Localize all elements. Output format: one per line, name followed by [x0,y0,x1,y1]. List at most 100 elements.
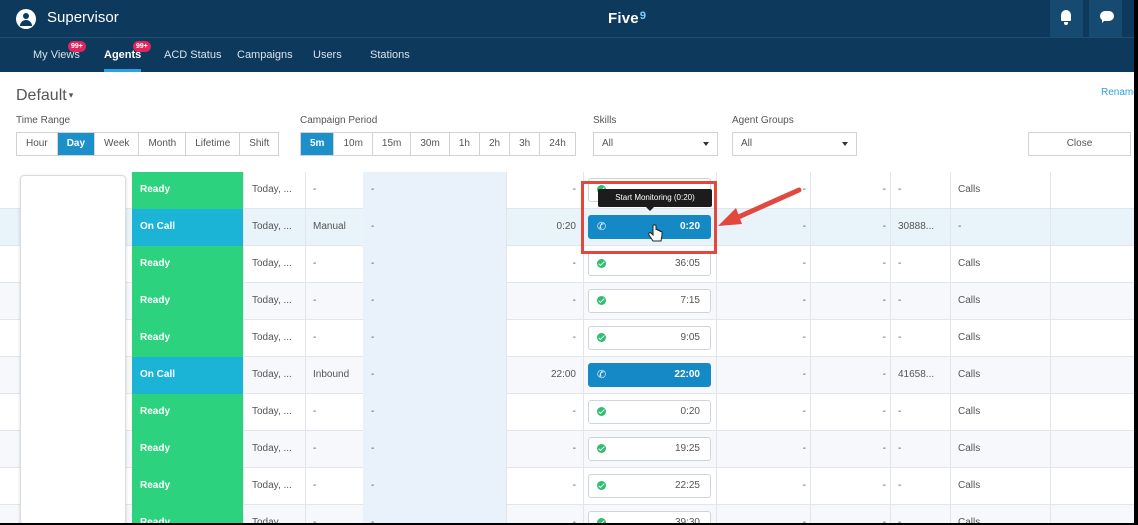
metric-cell: - [882,332,886,343]
main-nav: My Views 99+ Agents 99+ ACD Status Campa… [0,37,1134,72]
table-row[interactable]: On Call Today, ... Manual -0:20 ✆ 0:20- -30888… [0,209,1134,246]
period-30m[interactable]: 30m [411,133,450,155]
skill-cell: Calls [958,369,981,380]
metric-cell: - [802,443,806,454]
close-button[interactable]: Close [1028,132,1131,156]
timer-value: 22:00 [674,369,700,380]
metric-cell: - [882,221,886,232]
period-5m[interactable]: 5m [301,133,335,155]
skills-value: All [602,138,614,149]
time-range-month[interactable]: Month [139,133,187,155]
column-divider [305,209,306,246]
logo-mark: 9 [639,10,647,22]
call-type-cell: - [313,517,317,523]
call-type-cell: Manual [313,221,346,232]
timer-value: 39:30 [674,517,700,523]
my-views-badge: 99+ [68,41,86,52]
tab-label: Campaigns [237,49,293,61]
bell-icon [1061,10,1071,25]
column-divider [716,468,717,505]
table-row[interactable]: Ready Today, ... - - - - - - Calls [0,172,1134,209]
skill-cell: Calls [958,443,981,454]
time-range-day[interactable]: Day [57,133,96,155]
state-timer[interactable]: 22:25 [588,474,711,498]
rename-link[interactable]: Rename [1101,87,1134,98]
table-row[interactable]: On Call Today, ... Inbound - 22:00 ✆ 22:00 - - 41… [0,357,1134,394]
user-avatar-icon[interactable] [16,9,36,29]
state-timer[interactable]: 0:20 [588,400,711,424]
tab-stations[interactable]: Stations [370,38,410,72]
column-divider [243,209,244,246]
column-divider [305,357,306,394]
time-range-shift[interactable]: Shift [240,133,279,155]
time-range-group: Hour Day Week Month Lifetime Shift [16,132,280,156]
state-timer[interactable]: 39:30 [588,511,711,523]
campaign-cell: - [371,480,375,491]
metric-cell: - [882,369,886,380]
agent-groups-select[interactable]: All [732,132,857,156]
view-selector[interactable]: Default ▾ [16,87,73,105]
agents-table: Ready Today, ... - - - - - - Calls On Call Today, … [0,172,1134,523]
period-15m[interactable]: 15m [372,133,412,155]
column-divider [506,172,507,209]
skill-cell: Calls [958,258,981,269]
tab-acd-status[interactable]: ACD Status [164,38,221,72]
metric-cell: - [802,332,806,343]
table-row[interactable]: Ready Today, ... - - - 36:05 - - - Calls [0,246,1134,283]
period-1h[interactable]: 1h [449,133,480,155]
column-divider [716,505,717,523]
column-divider [950,394,951,431]
state-timer[interactable]: 9:05 [588,326,711,350]
state-timer[interactable]: 36:05 [588,252,711,276]
tab-campaigns[interactable]: Campaigns [237,38,293,72]
column-divider [243,468,244,505]
column-divider [950,468,951,505]
column-divider [583,320,584,357]
period-10m[interactable]: 10m [334,133,373,155]
skills-select[interactable]: All [593,132,718,156]
call-type-cell: - [313,258,317,269]
column-divider [1050,320,1051,357]
campaign-cell: - [371,221,375,232]
tab-label: Stations [370,49,410,61]
supervisor-window: Supervisor Five9 My Views 99+ Agents 99+… [0,0,1136,523]
column-divider [1050,209,1051,246]
table-row[interactable]: Ready Today, ... - - - 0:20 - - - Calls [0,394,1134,431]
table-row[interactable]: Ready Today, ... - - - 39:30 - - - Calls [0,505,1134,523]
column-divider [890,320,891,357]
tab-users[interactable]: Users [313,38,342,72]
campaign-cell: - [371,517,375,523]
table-row[interactable]: Ready Today, ... - - - 7:15 - - - Calls [0,283,1134,320]
time-range-hour[interactable]: Hour [17,133,58,155]
state-since-cell: Today, ... [252,221,292,232]
column-divider [506,431,507,468]
time-range-lifetime[interactable]: Lifetime [186,133,241,155]
column-divider [506,505,507,523]
state-timer[interactable]: 19:25 [588,437,711,461]
table-row[interactable]: Ready Today, ... - - - 19:25 - - - Calls [0,431,1134,468]
check-circle-icon [597,407,606,416]
column-divider [305,431,306,468]
annotation-arrow-icon [718,187,802,226]
column-divider [305,172,306,209]
agent-state-cell: Ready [132,172,243,209]
time-range-week[interactable]: Week [95,133,140,155]
column-divider [243,505,244,523]
customer-cell: - [898,406,902,417]
column-divider [305,246,306,283]
metric-cell: - [802,406,806,417]
column-divider [1050,505,1051,523]
column-divider [506,283,507,320]
period-24h[interactable]: 24h [540,133,575,155]
table-row[interactable]: Ready Today, ... - - - 22:25 - - - Calls [0,468,1134,505]
customer-cell: - [898,295,902,306]
column-divider [243,431,244,468]
column-divider [1050,283,1051,320]
table-row[interactable]: Ready Today, ... - - - 9:05 - - - Calls [0,320,1134,357]
column-divider [950,246,951,283]
timer-value: 7:15 [680,295,700,306]
start-monitoring-button[interactable]: ✆ 22:00 [588,363,711,387]
period-2h[interactable]: 2h [479,133,511,155]
state-timer[interactable]: 7:15 [588,289,711,313]
period-3h[interactable]: 3h [510,133,541,155]
